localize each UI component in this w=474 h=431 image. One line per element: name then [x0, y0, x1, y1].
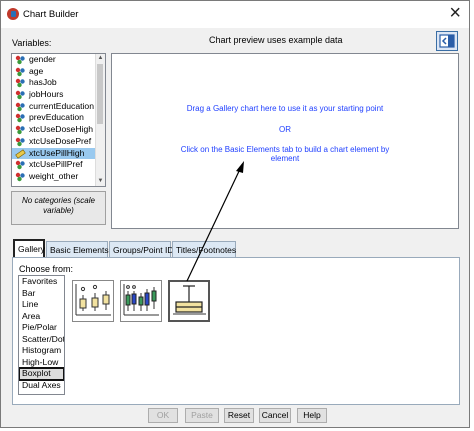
- chart-builder-window: Chart Builder × Variables: Chart preview…: [0, 0, 470, 428]
- nominal-variable-icon: [15, 125, 26, 135]
- no-categories-text-2: variable): [43, 206, 74, 215]
- scroll-up-icon[interactable]: ▲: [96, 54, 105, 63]
- variable-item[interactable]: prevEducation: [12, 112, 105, 124]
- preview-options-icon: [439, 34, 455, 48]
- chart-type-item[interactable]: High-Low: [19, 357, 64, 369]
- scale-variable-icon: [15, 148, 26, 159]
- chart-type-item[interactable]: Bar: [19, 288, 64, 300]
- scroll-thumb[interactable]: [97, 64, 103, 124]
- chart-type-item[interactable]: Histogram: [19, 345, 64, 357]
- variables-scrollbar[interactable]: ▲ ▼: [95, 54, 105, 186]
- chart-type-item[interactable]: Scatter/Dot: [19, 334, 64, 346]
- variable-label: jobHours: [29, 89, 64, 100]
- chart-type-item[interactable]: Boxplot: [19, 367, 64, 381]
- variable-label: xtcUsePillHigh: [29, 147, 85, 158]
- variable-label: gender: [29, 54, 56, 64]
- chart-preview-options-button[interactable]: [436, 31, 458, 51]
- variable-label: weight_other: [29, 170, 79, 181]
- window-title: Chart Builder: [23, 9, 79, 20]
- canvas-instruction-3: element: [270, 154, 300, 163]
- variable-label: xtcUseDoseHigh: [29, 124, 93, 135]
- variable-item[interactable]: jobHours: [12, 89, 105, 101]
- variable-label: xtcUseDosePref: [29, 135, 92, 146]
- variable-item[interactable]: xtcUsePillPref: [12, 159, 105, 171]
- variable-item[interactable]: xtcUseDoseHigh: [12, 124, 105, 136]
- variable-label: xtcUsePillPref: [29, 159, 83, 170]
- canvas-instruction-2: Click on the Basic Elements tab to build…: [180, 145, 390, 154]
- ok-button[interactable]: OK: [148, 408, 178, 423]
- chart-type-item[interactable]: Area: [19, 311, 64, 323]
- no-categories-text: No categories (scale: [22, 196, 95, 205]
- canvas-instruction-1: Drag a Gallery chart here to use it as y…: [186, 104, 384, 113]
- nominal-variable-icon: [15, 55, 26, 65]
- drag-arrow-icon: [186, 161, 244, 282]
- choose-from-label: Choose from:: [19, 264, 74, 274]
- gallery-clustered-boxplot[interactable]: [120, 280, 162, 322]
- variable-item[interactable]: hasJob: [12, 77, 105, 89]
- chart-type-item[interactable]: Line: [19, 299, 64, 311]
- paste-button[interactable]: Paste: [185, 408, 219, 423]
- no-categories-box: No categories (scale variable): [11, 191, 106, 225]
- nominal-variable-icon: [15, 90, 26, 100]
- nominal-variable-icon: [15, 160, 26, 170]
- scroll-down-icon[interactable]: ▼: [96, 177, 105, 186]
- app-icon: [7, 8, 19, 20]
- nominal-variable-icon: [15, 67, 26, 77]
- variable-item[interactable]: gender: [12, 54, 105, 66]
- help-button[interactable]: Help: [297, 408, 327, 423]
- gallery-simple-boxplot[interactable]: [72, 280, 114, 322]
- variables-label: Variables:: [12, 38, 52, 48]
- simple-boxplot-icon: [75, 284, 111, 316]
- canvas-instruction-or: OR: [279, 125, 291, 134]
- variable-item[interactable]: age: [12, 66, 105, 78]
- variables-list[interactable]: gender age hasJob jobHours currentEducation p…: [11, 53, 106, 187]
- chart-type-item[interactable]: Dual Axes: [19, 380, 64, 392]
- preview-note: Chart preview uses example data: [209, 35, 343, 45]
- variable-item[interactable]: weight_other: [12, 171, 105, 183]
- nominal-variable-icon: [15, 172, 26, 182]
- tab-basic-elements[interactable]: Basic Elements: [46, 241, 109, 257]
- variable-label: prevEducation: [29, 112, 84, 123]
- variable-item[interactable]: currentEducation: [12, 101, 105, 113]
- clustered-boxplot-icon: [123, 284, 159, 316]
- cancel-button[interactable]: Cancel: [259, 408, 291, 423]
- nominal-variable-icon: [15, 102, 26, 112]
- variable-item[interactable]: xtcUsePillHigh: [12, 147, 105, 160]
- chart-type-item[interactable]: Pie/Polar: [19, 322, 64, 334]
- nominal-variable-icon: [15, 78, 26, 88]
- chart-canvas-dropzone[interactable]: Drag a Gallery chart here to use it as y…: [111, 53, 459, 229]
- variable-label: hasJob: [29, 77, 57, 88]
- tab-groups-point-id[interactable]: Groups/Point ID: [109, 241, 173, 257]
- chart-type-item[interactable]: Favorites: [19, 276, 64, 288]
- close-icon[interactable]: ×: [449, 3, 461, 23]
- tab-gallery[interactable]: Gallery: [13, 239, 45, 257]
- chart-type-list[interactable]: Favorites Bar Line Area Pie/Polar Scatter/Dot…: [18, 275, 65, 395]
- variable-label: currentEducation: [29, 100, 94, 111]
- variable-label: age: [29, 65, 44, 76]
- nominal-variable-icon: [15, 113, 26, 123]
- reset-button[interactable]: Reset: [224, 408, 254, 423]
- variable-item[interactable]: xtcUseDosePref: [12, 136, 105, 148]
- title-bar: Chart Builder ×: [1, 1, 469, 28]
- nominal-variable-icon: [15, 137, 26, 147]
